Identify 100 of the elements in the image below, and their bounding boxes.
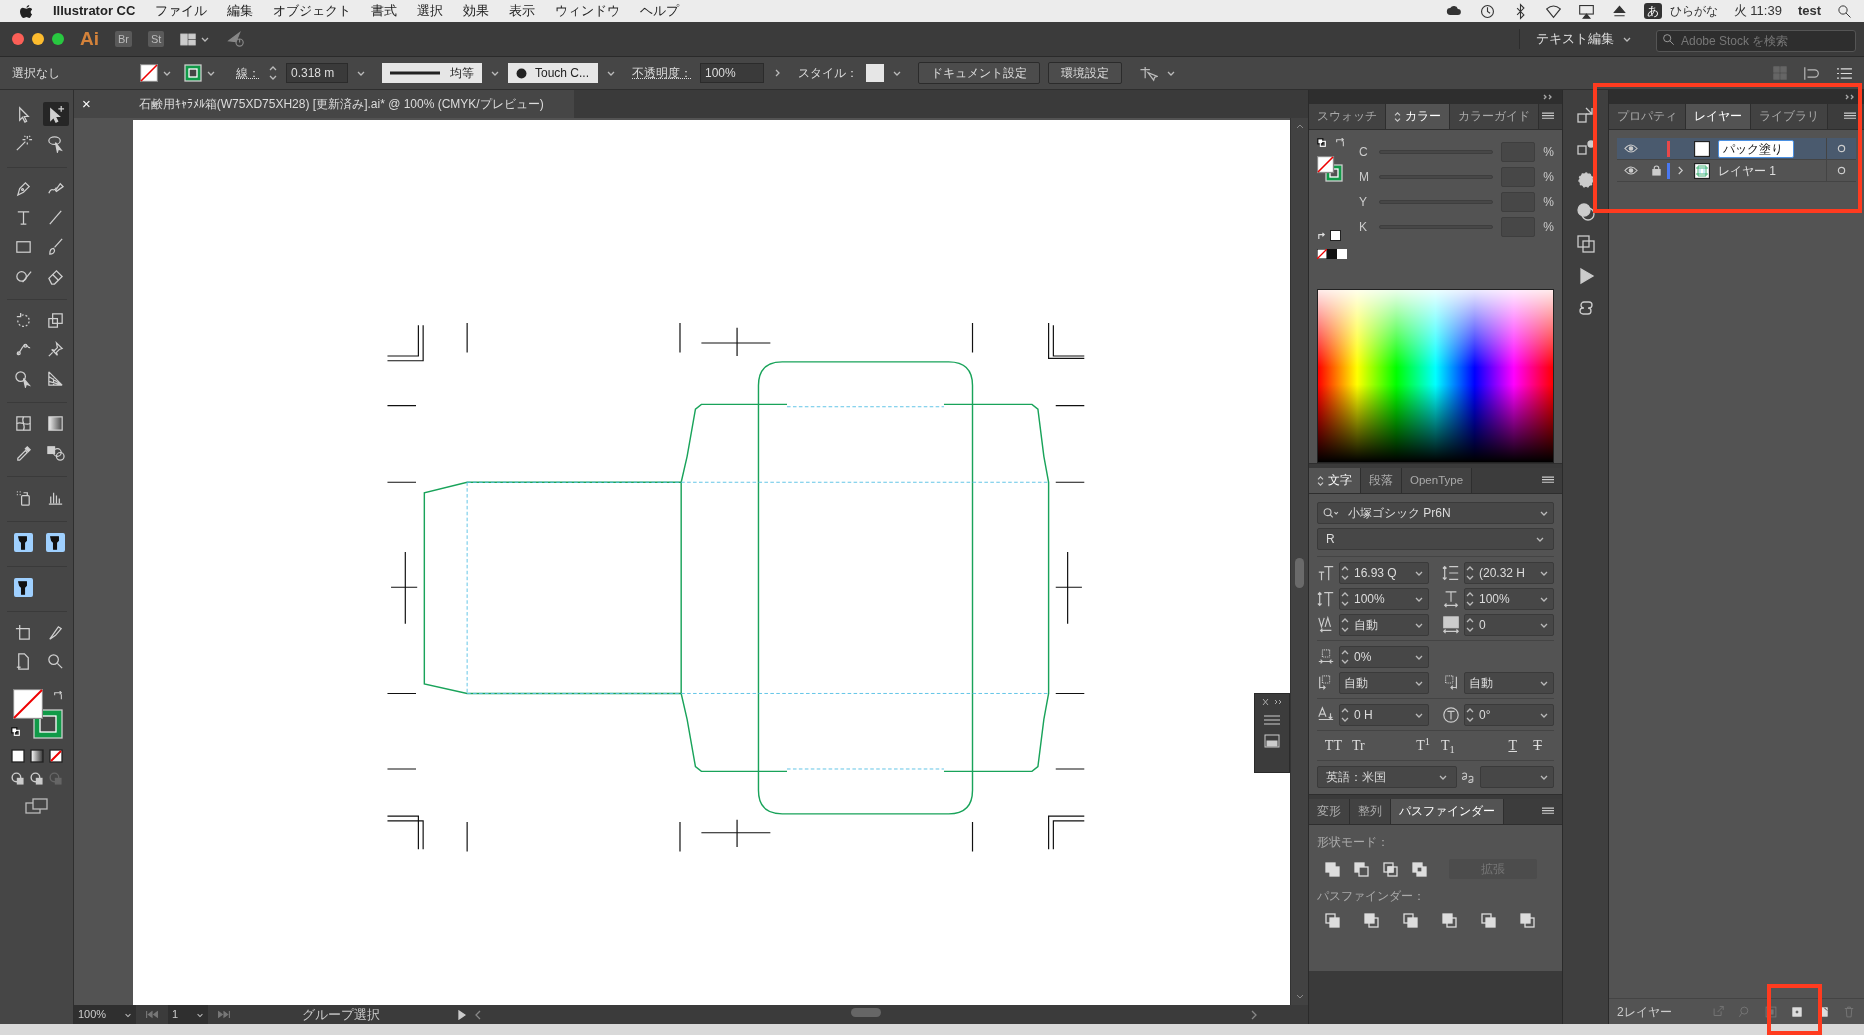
crop-icon[interactable]	[1442, 913, 1457, 928]
input-mode-label[interactable]: ひらがな	[1669, 2, 1718, 20]
clock-icon[interactable]	[1478, 2, 1496, 20]
lock-icon[interactable]	[1651, 165, 1661, 176]
swap-arrow-icon[interactable]	[1335, 138, 1345, 148]
collapse-icon[interactable]	[1260, 698, 1284, 706]
number-field[interactable]: 自動	[1339, 614, 1429, 636]
divide-icon[interactable]	[1325, 913, 1340, 928]
draw-normal-icon[interactable]	[10, 771, 25, 786]
layer-row[interactable]: パック塗り	[1617, 138, 1856, 160]
zoom-dropdown[interactable]: 100%	[74, 1005, 136, 1024]
stroke-swatch-icon[interactable]	[184, 64, 202, 82]
color-spectrum[interactable]	[1317, 289, 1554, 463]
window-control-button[interactable]	[52, 33, 64, 45]
layer-name-input[interactable]: パック塗り	[1718, 139, 1794, 158]
text-style-button[interactable]: T$^{1}$	[1410, 735, 1436, 756]
stepper-icon[interactable]	[1465, 564, 1475, 582]
fill-none-swatch-icon[interactable]	[140, 64, 158, 82]
panel-tab[interactable]: レイヤー	[1686, 104, 1751, 129]
scroll-thumb[interactable]	[1295, 558, 1304, 588]
workspace-layout-icon[interactable]	[180, 32, 197, 46]
gradient-mode-icon[interactable]	[29, 749, 44, 763]
layer-name[interactable]: レイヤー 1	[1718, 161, 1794, 180]
unite-icon[interactable]	[1325, 861, 1340, 877]
text-style-button[interactable]: TT	[1321, 735, 1346, 756]
graphic-style-swatch[interactable]	[866, 64, 884, 82]
menu-item[interactable]: ウィンドウ	[555, 1, 621, 21]
scroll-right-icon[interactable]	[1250, 1009, 1258, 1020]
minus-back-icon[interactable]	[1520, 913, 1535, 928]
default-colors-icon[interactable]	[10, 727, 21, 737]
collapse-icon[interactable]	[1542, 93, 1554, 101]
trim-icon[interactable]	[1364, 913, 1379, 928]
menu-icon[interactable]	[1542, 112, 1554, 121]
document-tab[interactable]: × 石鹸用ｷｬﾗﾒﾙ箱(W75XD75XH28) [更新済み].ai* @ 100% (CMYK/プレビュー)	[74, 90, 574, 118]
last-page-icon[interactable]	[216, 1010, 232, 1019]
stepper-icon[interactable]	[1340, 590, 1350, 608]
transform-icon[interactable]	[1575, 138, 1596, 158]
fill-none-swatch-icon[interactable]	[12, 689, 43, 719]
panel-tab[interactable]: パスファインダー	[1391, 799, 1504, 824]
number-field[interactable]: 100%	[1339, 588, 1429, 610]
input-mode-badge[interactable]: あ	[1643, 3, 1662, 19]
draw-behind-icon[interactable]	[29, 771, 44, 786]
fill-stroke-icon[interactable]	[1317, 156, 1343, 182]
user-name[interactable]: test	[1797, 1, 1821, 21]
tool-button[interactable]	[42, 102, 69, 126]
stepper-icon[interactable]	[1340, 616, 1350, 634]
dropdown[interactable]: 自動	[1464, 672, 1554, 694]
appearance-icon[interactable]	[1575, 170, 1596, 190]
airplay-icon[interactable]	[1577, 2, 1595, 20]
eye-icon[interactable]	[1624, 144, 1638, 153]
panel-tab[interactable]: OpenType	[1402, 468, 1473, 493]
new-sublayer-icon[interactable]	[1790, 1004, 1804, 1019]
panel-tab[interactable]: 段落	[1361, 468, 1402, 493]
color-mode-icon[interactable]	[10, 749, 25, 763]
panel-icon[interactable]	[1264, 734, 1280, 748]
artboard-number-field[interactable]: 1	[168, 1005, 208, 1024]
none-mode-icon[interactable]	[48, 749, 63, 763]
transparency-icon[interactable]	[1575, 202, 1596, 222]
close-tab-button[interactable]: ×	[82, 92, 91, 116]
menu-item[interactable]: 効果	[463, 1, 490, 21]
menu-icon[interactable]	[1542, 476, 1554, 485]
menu-item[interactable]: 書式	[371, 1, 398, 21]
eye-icon[interactable]	[1624, 166, 1638, 175]
font-style-dropdown[interactable]: R	[1317, 528, 1554, 550]
panel-tab[interactable]: カラーガイド	[1450, 104, 1539, 129]
menu-item[interactable]: ファイル	[155, 1, 208, 21]
menu-icon[interactable]	[1542, 807, 1554, 816]
stepper-icon[interactable]	[1465, 590, 1475, 608]
target-circle-icon[interactable]	[1837, 166, 1846, 175]
app-launch-button[interactable]: St	[148, 31, 165, 47]
menu-item[interactable]: 表示	[509, 1, 536, 21]
stepper-icon[interactable]	[1340, 706, 1350, 724]
first-page-icon[interactable]	[144, 1010, 160, 1019]
font-family-dropdown[interactable]: 小塚ゴシック Pr6N	[1317, 502, 1554, 524]
toolbar-button[interactable]: 環境設定	[1048, 62, 1122, 84]
stepper-icon[interactable]	[268, 64, 278, 82]
panel-tab[interactable]: 文字	[1309, 468, 1361, 493]
panel-tab[interactable]: 変形	[1309, 799, 1350, 824]
align-objects-icon[interactable]	[1575, 106, 1596, 126]
search-field[interactable]: Adobe Stock を検索	[1656, 30, 1856, 52]
brush-dropdown[interactable]: Touch C...	[508, 63, 598, 83]
number-field[interactable]: 0°	[1464, 704, 1554, 726]
collapse-icon[interactable]	[1844, 93, 1856, 101]
text-style-button[interactable]: T	[1500, 735, 1526, 756]
panel-tab[interactable]: プロパティ	[1609, 104, 1686, 129]
app-menu[interactable]: Illustrator CC	[53, 1, 136, 21]
exclude-icon[interactable]	[1412, 861, 1427, 877]
number-field[interactable]: 0	[1464, 614, 1554, 636]
menu-icon[interactable]	[1264, 714, 1280, 726]
artboards-icon[interactable]	[1575, 234, 1596, 254]
stepper-icon[interactable]	[1465, 706, 1475, 724]
language-dropdown[interactable]: 英語：米国	[1317, 766, 1457, 788]
scroll-thumb[interactable]	[851, 1008, 881, 1017]
menu-clock[interactable]: 火 11:39	[1733, 1, 1782, 21]
text-style-button[interactable]: T$_{1}$	[1435, 735, 1461, 756]
minus-front-icon[interactable]	[1354, 861, 1369, 877]
swatch-trio-icon[interactable]	[1317, 249, 1347, 259]
search-icon[interactable]	[1837, 3, 1852, 19]
chevron-right-icon[interactable]	[1676, 166, 1684, 175]
stroke-weight-field[interactable]: 0.318 m	[286, 63, 348, 83]
